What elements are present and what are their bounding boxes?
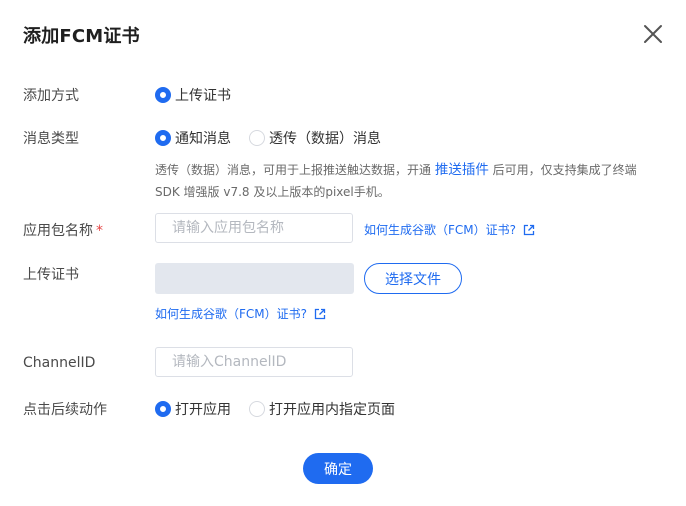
fcm-help-link-text: 如何生成谷歌（FCM）证书?	[155, 307, 308, 321]
radio-label: 透传（数据）消息	[269, 131, 381, 147]
radio-upload-certificate[interactable]: 上传证书	[155, 85, 231, 105]
package-name-input[interactable]	[155, 213, 353, 243]
message-type-label: 消息类型	[23, 131, 79, 147]
confirm-button[interactable]: 确定	[303, 453, 373, 484]
radio-selected-icon	[155, 130, 171, 146]
radio-label: 通知消息	[175, 131, 231, 147]
radio-label: 打开应用	[175, 402, 231, 418]
push-plugin-link[interactable]: 推送插件	[435, 162, 489, 178]
click-action-label: 点击后续动作	[23, 402, 107, 418]
radio-notification-message[interactable]: 通知消息	[155, 128, 231, 148]
add-method-label: 添加方式	[23, 88, 79, 104]
radio-data-message[interactable]: 透传（数据）消息	[249, 128, 381, 148]
close-icon[interactable]	[641, 22, 665, 46]
file-path-field	[155, 263, 354, 294]
radio-label: 打开应用内指定页面	[269, 402, 395, 418]
package-name-label-text: 应用包名称	[23, 223, 93, 239]
channel-id-input[interactable]	[155, 347, 353, 377]
external-link-icon	[523, 224, 535, 235]
radio-open-specified-page[interactable]: 打开应用内指定页面	[249, 399, 395, 419]
radio-unselected-icon	[249, 401, 265, 417]
message-type-hint: 透传（数据）消息，可用于上报推送触达数据，开通 推送插件 后可用，仅支持集成了终…	[155, 159, 655, 203]
fcm-help-link[interactable]: 如何生成谷歌（FCM）证书?	[155, 305, 326, 322]
radio-selected-icon	[155, 87, 171, 103]
choose-file-button[interactable]: 选择文件	[364, 263, 462, 294]
fcm-help-link[interactable]: 如何生成谷歌（FCM）证书?	[364, 221, 535, 238]
channel-id-label: ChannelID	[23, 355, 96, 371]
package-name-label: 应用包名称 *	[23, 220, 103, 240]
dialog-title: 添加FCM证书	[23, 26, 140, 47]
external-link-icon	[314, 308, 326, 319]
hint-text: 透传（数据）消息，可用于上报推送触达数据，开通	[155, 163, 435, 177]
required-mark: *	[96, 223, 103, 239]
add-fcm-certificate-dialog: 添加FCM证书 添加方式 上传证书 消息类型 通知消息 透传（数据）消息 透传（…	[0, 0, 686, 506]
radio-open-app[interactable]: 打开应用	[155, 399, 231, 419]
radio-selected-icon	[155, 401, 171, 417]
radio-label: 上传证书	[175, 88, 231, 104]
fcm-help-link-text: 如何生成谷歌（FCM）证书?	[364, 223, 517, 237]
radio-unselected-icon	[249, 130, 265, 146]
upload-certificate-label: 上传证书	[23, 267, 79, 283]
